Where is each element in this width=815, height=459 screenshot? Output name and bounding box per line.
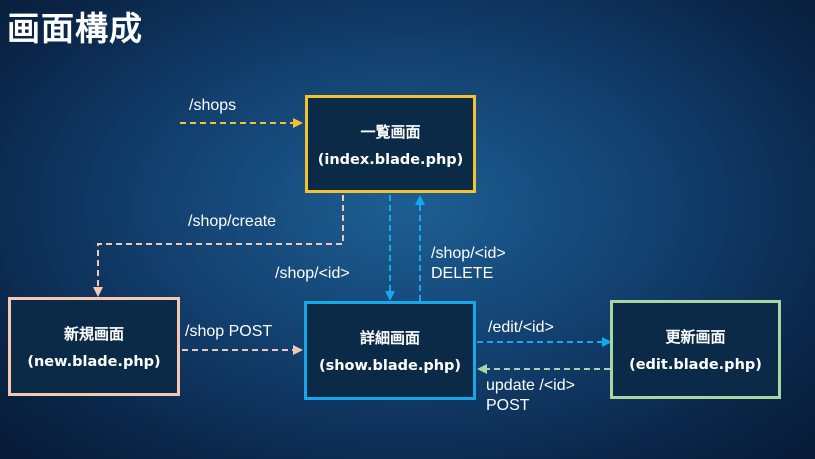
node-edit: 更新画面 (edit.blade.php)	[610, 300, 781, 399]
edge-label-show: /shop/<id>	[275, 265, 350, 282]
node-new: 新規画面 (new.blade.php)	[8, 297, 180, 396]
edge-label-create: /shop/create	[188, 213, 277, 230]
node-show-file: (show.blade.php)	[318, 358, 462, 374]
node-index-name: 一覧画面	[360, 122, 421, 141]
edge-label-delete-path: /shop/<id>	[431, 245, 506, 262]
node-new-file: (new.blade.php)	[27, 354, 161, 370]
edge-label-post: /shop POST	[185, 323, 273, 340]
node-index-file: (index.blade.php)	[317, 151, 464, 168]
node-show-name: 詳細画面	[359, 329, 420, 347]
node-show: 詳細画面 (show.blade.php)	[304, 301, 476, 400]
edge-label-shops: /shops	[189, 97, 237, 114]
node-index: 一覧画面 (index.blade.php)	[305, 95, 476, 193]
edge-label-update-method: POST	[486, 397, 530, 414]
edge-label-edit: /edit/<id>	[488, 319, 554, 336]
node-edit-file: (edit.blade.php)	[629, 357, 762, 373]
edge-label-delete-method: DELETE	[431, 265, 494, 282]
node-new-name: 新規画面	[63, 325, 124, 343]
node-edit-name: 更新画面	[665, 328, 726, 346]
edge-label-update-path: update /<id>	[486, 377, 575, 394]
